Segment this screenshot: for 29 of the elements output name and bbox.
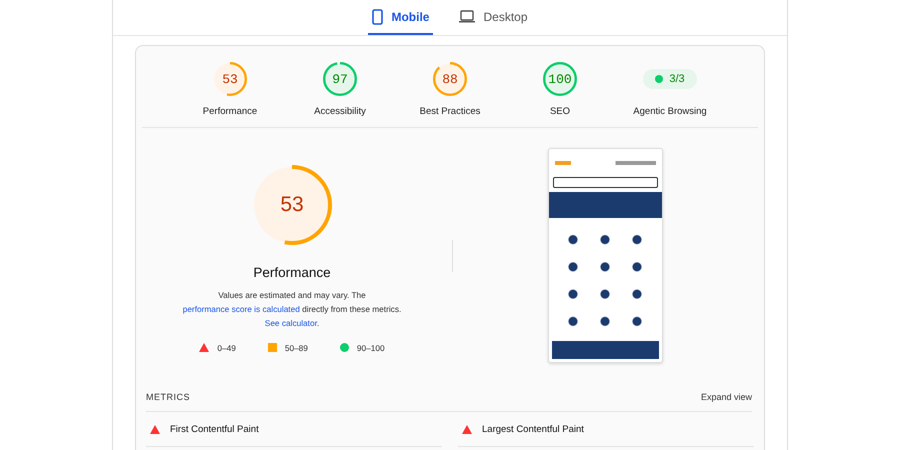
score-number: 53 [222,72,238,86]
square-icon [268,343,277,352]
score-range: 50–89 [284,342,308,352]
description-link[interactable]: See calculator [264,318,317,328]
circle-icon [340,343,349,352]
score-number: 88 [442,72,458,86]
score-range: 0–49 [217,342,236,352]
metric-name: Largest Contentful Paint [482,424,584,434]
category-title: Performance [253,264,331,280]
category-label[interactable]: SEO [550,106,570,117]
device-tab[interactable]: Desktop [455,0,532,35]
score-range: 90–100 [356,342,385,352]
triangle-icon [199,343,210,352]
category-label[interactable]: Agentic Browsing [633,106,707,117]
score-number: 100 [548,72,572,86]
category-label[interactable]: Accessibility [314,106,366,117]
expand-view-button[interactable]: Expand view [700,392,752,402]
laptop-icon [459,10,476,23]
section-heading: METRICS [146,392,190,402]
category-label[interactable]: Best Practices [420,106,480,117]
device-tab[interactable]: Mobile [368,0,434,35]
phone-icon [372,8,384,24]
score-number: 53 [280,192,304,216]
score-number: 97 [332,72,348,86]
description-link[interactable]: performance score is calculated [182,304,300,314]
category-label[interactable]: Performance [202,106,258,117]
score-description: Values are estimated and may vary. The performance score is calculated directly from these metrics. See calculator. [182,288,402,330]
metric-name: First Contentful Paint [170,424,259,434]
score-badge: 3/3 [643,69,697,89]
